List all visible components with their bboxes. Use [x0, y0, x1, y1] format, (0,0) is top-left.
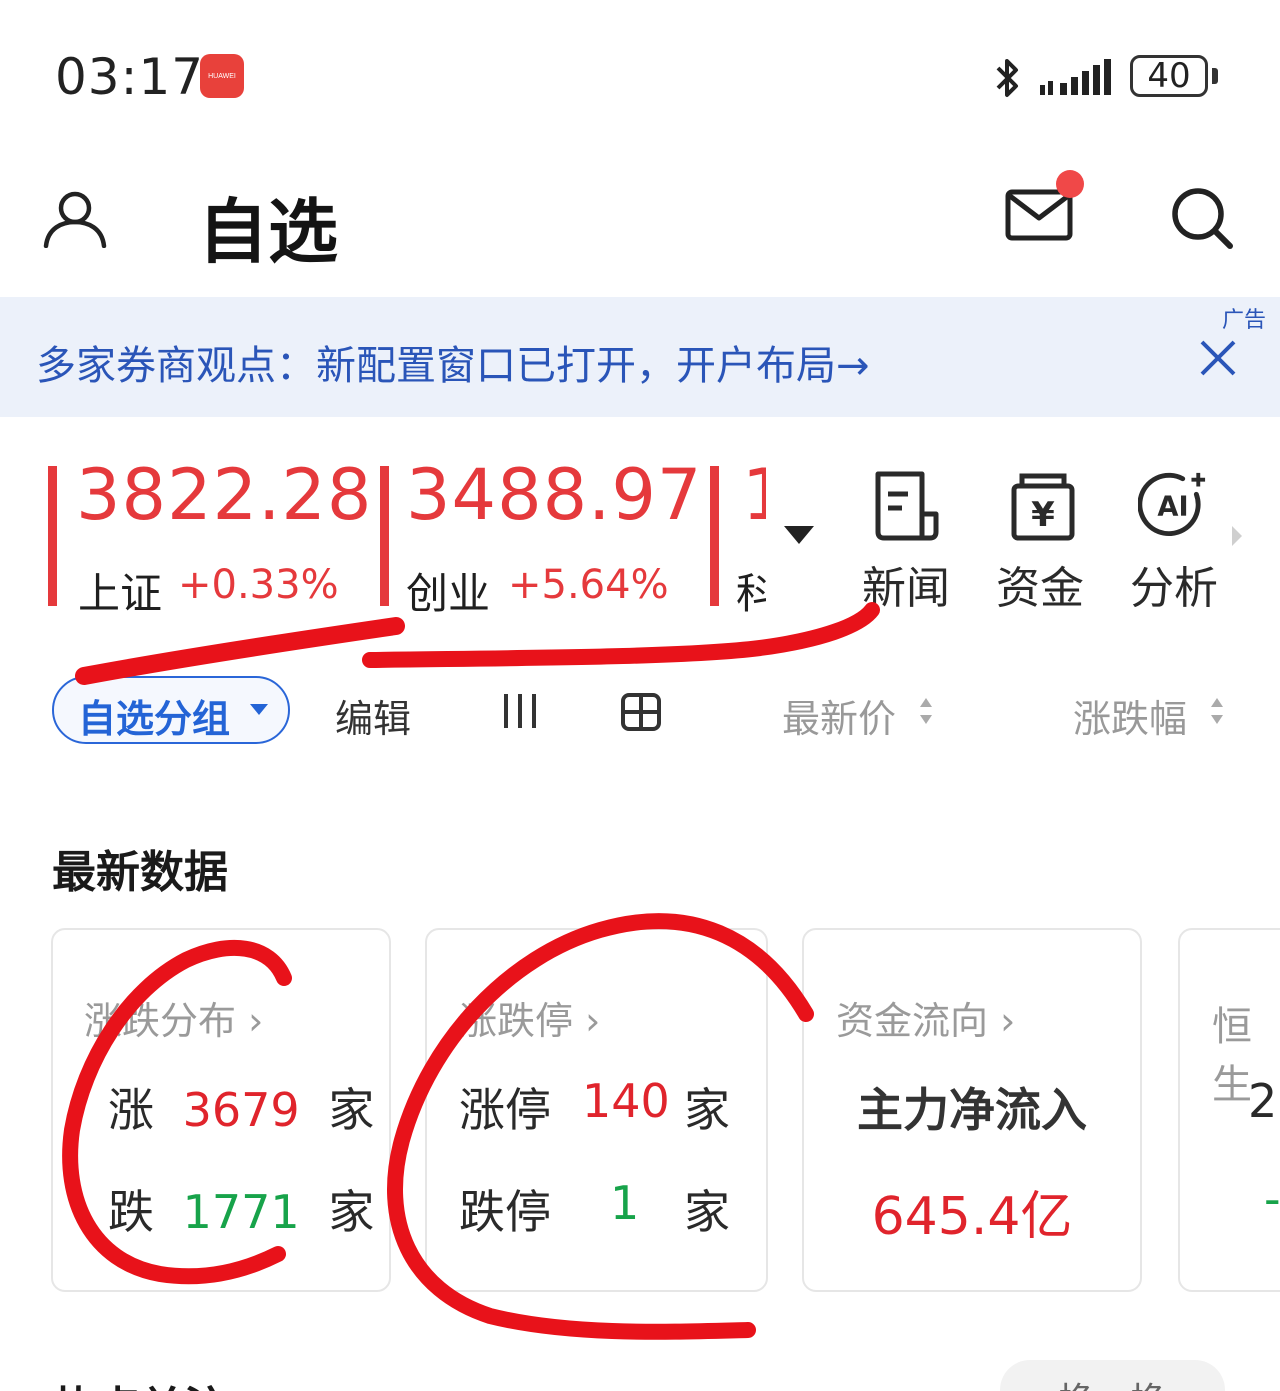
down-label: 跌 — [108, 1185, 154, 1239]
ai-analysis-icon[interactable]: AI — [1138, 468, 1208, 540]
index-clip: 1 科 — [736, 454, 766, 614]
tool-analysis-label[interactable]: 分析 — [1130, 552, 1218, 616]
card-distribution-up-row: 涨 3679 家 — [108, 1074, 374, 1140]
index-value-chinext[interactable]: 3488.97 — [406, 454, 702, 536]
sort-arrows-icon[interactable] — [919, 696, 933, 726]
card-distribution-title[interactable]: 涨跌分布 › — [84, 990, 263, 1045]
sort-change-button[interactable]: 涨跌幅 — [1073, 688, 1187, 743]
index-change-chinext: +5.64% — [508, 562, 669, 608]
card-hangseng-clip: 恒生 25 - — [1176, 928, 1280, 1292]
bottom-clip: 热点关注 换一换 — [0, 1340, 1280, 1391]
chevron-down-icon[interactable] — [250, 704, 268, 715]
index-value-shanghai[interactable]: 3822.28 — [76, 454, 372, 536]
index-name-chinext: 创业 — [406, 569, 491, 618]
refresh-pill[interactable]: 换一换 — [1000, 1360, 1225, 1391]
index-name-shanghai: 上证 — [78, 569, 163, 618]
sort-price-button[interactable]: 最新价 — [782, 688, 896, 743]
hot-topics-title: 热点关注 — [52, 1372, 228, 1391]
limit-up-count: 140 — [582, 1074, 670, 1128]
page-title: 自选 — [198, 191, 338, 273]
index-marker — [380, 466, 389, 606]
index-marker — [48, 466, 57, 606]
chevron-right-icon[interactable] — [1230, 522, 1244, 550]
card-distribution-down-row: 跌 1771 家 — [108, 1176, 374, 1242]
svg-text:AI: AI — [1157, 492, 1188, 523]
battery-level: 40 — [1147, 56, 1191, 96]
app-badge-label: HUAWEI — [208, 73, 236, 80]
up-label: 涨 — [108, 1083, 154, 1137]
column-view-icon[interactable] — [500, 690, 540, 732]
index-change-shanghai: +0.33% — [178, 562, 339, 608]
card-limit-title[interactable]: 涨跌停 › — [459, 990, 600, 1045]
limit-up-label: 涨停 — [459, 1083, 551, 1137]
index-marker — [710, 466, 719, 606]
group-selector-label[interactable]: 自选分组 — [78, 688, 230, 743]
limit-down-label: 跌停 — [459, 1185, 551, 1239]
grid-view-icon[interactable] — [620, 692, 662, 732]
news-icon[interactable] — [872, 470, 942, 542]
annotation-underline — [75, 617, 405, 685]
close-icon[interactable] — [1198, 338, 1238, 378]
card-hangseng-value: 25 — [1248, 1074, 1280, 1128]
signal-icon — [1040, 59, 1111, 95]
index-name-star: 科 — [736, 569, 766, 614]
user-icon[interactable] — [42, 190, 108, 248]
battery-cap — [1212, 68, 1218, 84]
unit-label: 家 — [328, 1185, 375, 1239]
tool-fund-label[interactable]: 资金 — [996, 552, 1084, 616]
up-count: 3679 — [182, 1083, 300, 1137]
notification-dot — [1056, 170, 1084, 198]
search-icon[interactable] — [1168, 184, 1234, 250]
tool-news-label[interactable]: 新闻 — [862, 552, 950, 616]
svg-text:¥: ¥ — [1031, 495, 1055, 535]
refresh-label[interactable]: 换一换 — [1000, 1372, 1225, 1391]
ad-text[interactable]: 多家券商观点：新配置窗口已打开，开户布局→ — [36, 333, 870, 391]
fund-icon[interactable]: ¥ — [1008, 470, 1078, 542]
edit-button[interactable]: 编辑 — [335, 688, 411, 743]
unit-label: 家 — [328, 1083, 375, 1137]
card-flow-title[interactable]: 资金流向 › — [836, 990, 1015, 1045]
main-net-inflow-label: 主力净流入 — [857, 1083, 1087, 1137]
main-net-inflow-value: 645.4亿 — [871, 1187, 1073, 1247]
bluetooth-icon — [996, 59, 1018, 97]
unit-label: 家 — [684, 1083, 730, 1137]
status-time: 03:17 — [55, 48, 205, 106]
down-count: 1771 — [182, 1185, 300, 1239]
card-hangseng-change: - — [1264, 1172, 1280, 1226]
index-value-star[interactable]: 1 — [742, 454, 766, 536]
huawei-app-icon: HUAWEI — [200, 54, 244, 98]
unit-label: 家 — [684, 1185, 730, 1239]
limit-down-count: 1 — [610, 1176, 640, 1230]
index-expand-icon[interactable] — [784, 526, 814, 544]
sort-arrows-icon[interactable] — [1210, 696, 1224, 726]
section-title: 最新数据 — [52, 847, 228, 898]
ad-tag: 广告 — [1222, 308, 1267, 333]
